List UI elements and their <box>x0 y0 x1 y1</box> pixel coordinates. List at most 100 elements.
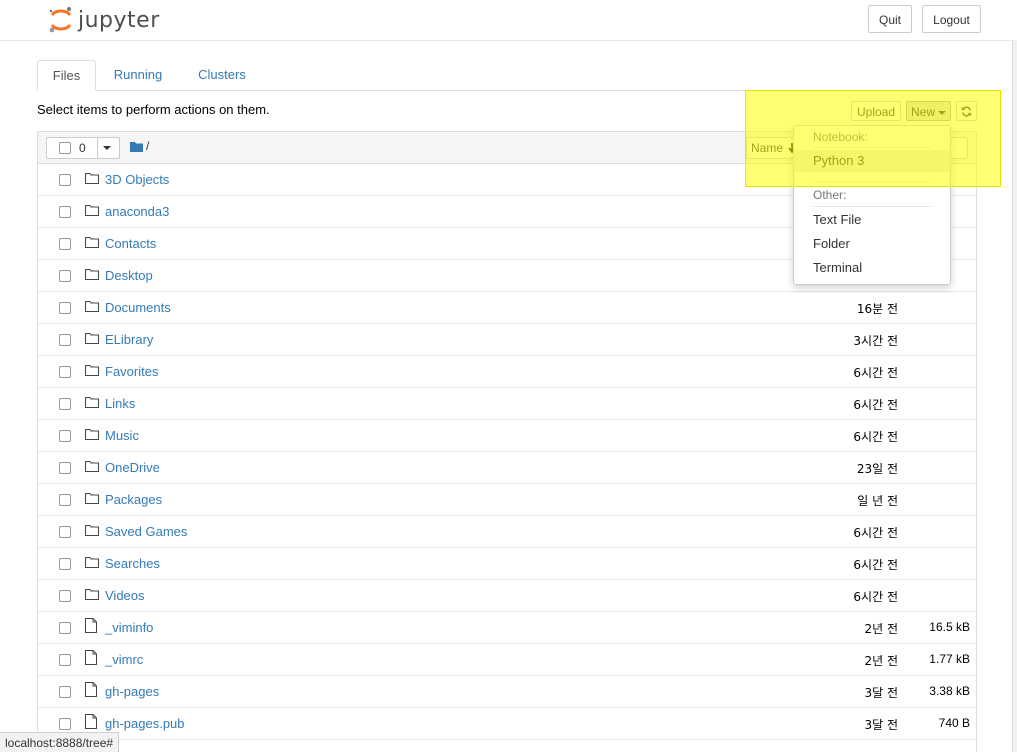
file-name-link[interactable]: gh-pages <box>105 684 159 699</box>
file-row[interactable]: _viminfo 2년 전 16.5 kB <box>38 612 976 644</box>
file-name-link[interactable]: Documents <box>105 300 171 315</box>
row-checkbox[interactable] <box>59 174 71 186</box>
file-name-link[interactable]: Music <box>105 428 139 443</box>
file-modified: 23일 전 <box>856 462 898 476</box>
file-row[interactable]: Music 6시간 전 <box>38 420 976 452</box>
file-row[interactable]: OneDrive 23일 전 <box>38 452 976 484</box>
file-name-link[interactable]: _viminfo <box>105 620 153 635</box>
chevron-down-icon <box>938 110 946 115</box>
file-size: 1.77 kB <box>929 652 970 666</box>
file-name-link[interactable]: Videos <box>105 588 145 603</box>
row-checkbox[interactable] <box>59 270 71 282</box>
file-row[interactable]: gh-pages 3달 전 3.38 kB <box>38 676 976 708</box>
file-modified: 2년 전 <box>864 622 898 636</box>
file-name-link[interactable]: Saved Games <box>105 524 187 539</box>
folder-icon <box>85 172 99 187</box>
menu-divider <box>813 206 931 207</box>
folder-icon <box>85 300 99 315</box>
refresh-icon <box>961 106 972 117</box>
row-checkbox[interactable] <box>59 558 71 570</box>
file-name-link[interactable]: _vimrc <box>105 652 143 667</box>
tab-files[interactable]: Files <box>37 60 96 91</box>
tab-running[interactable]: Running <box>103 60 173 90</box>
file-row[interactable]: Links 6시간 전 <box>38 388 976 420</box>
menu-item-python3[interactable]: Python 3 <box>794 150 950 172</box>
new-button-label: New <box>910 105 935 119</box>
row-checkbox[interactable] <box>59 206 71 218</box>
file-name-link[interactable]: Links <box>105 396 135 411</box>
tab-bar: Files Running Clusters <box>37 60 977 91</box>
file-name-link[interactable]: Packages <box>105 492 162 507</box>
file-modified: 3달 전 <box>864 718 898 732</box>
new-button[interactable]: New <box>906 101 951 121</box>
menu-item-folder[interactable]: Folder <box>794 233 950 255</box>
file-size: 740 B <box>938 716 970 730</box>
file-row[interactable]: Saved Games 6시간 전 <box>38 516 976 548</box>
page-scrollbar[interactable] <box>1012 40 1017 752</box>
row-checkbox[interactable] <box>59 462 71 474</box>
file-name-link[interactable]: anaconda3 <box>105 204 169 219</box>
file-name-link[interactable]: Desktop <box>105 268 153 283</box>
row-checkbox[interactable] <box>59 238 71 250</box>
folder-icon <box>85 364 99 379</box>
jupyter-logo[interactable]: jupyter <box>48 4 160 36</box>
row-checkbox[interactable] <box>59 398 71 410</box>
file-modified: 3시간 전 <box>853 334 898 348</box>
file-row[interactable]: Packages 일 년 전 <box>38 484 976 516</box>
file-name-link[interactable]: ELibrary <box>105 332 153 347</box>
new-dropdown-menu: Notebook: Python 3 Other: Text File Fold… <box>793 125 951 285</box>
row-checkbox[interactable] <box>59 366 71 378</box>
row-checkbox[interactable] <box>59 686 71 698</box>
row-checkbox[interactable] <box>59 302 71 314</box>
folder-icon <box>85 556 99 571</box>
file-name-link[interactable]: gh-pages.pub <box>105 716 185 731</box>
file-row[interactable]: ELibrary 3시간 전 <box>38 324 976 356</box>
file-name-link[interactable]: Searches <box>105 556 160 571</box>
file-modified: 6시간 전 <box>853 366 898 380</box>
refresh-button[interactable] <box>956 101 977 121</box>
jupyter-logo-icon <box>49 7 72 33</box>
row-checkbox[interactable] <box>59 654 71 666</box>
row-checkbox[interactable] <box>59 526 71 538</box>
file-size: 3.38 kB <box>929 684 970 698</box>
menu-item-terminal[interactable]: Terminal <box>794 257 950 279</box>
file-row[interactable]: Favorites 6시간 전 <box>38 356 976 388</box>
file-row[interactable]: Documents 16분 전 <box>38 292 976 324</box>
selected-count: 0 <box>79 141 86 155</box>
row-checkbox[interactable] <box>59 334 71 346</box>
row-checkbox[interactable] <box>59 718 71 730</box>
logout-button[interactable]: Logout <box>922 5 981 33</box>
sort-by-name-button[interactable]: Name <box>746 137 800 159</box>
row-checkbox[interactable] <box>59 590 71 602</box>
file-modified: 6시간 전 <box>853 590 898 604</box>
row-checkbox[interactable] <box>59 622 71 634</box>
breadcrumb-root[interactable]: / <box>146 139 149 153</box>
quit-button[interactable]: Quit <box>868 5 912 33</box>
file-row[interactable]: gh-pages.pub 3달 전 740 B <box>38 708 976 740</box>
file-icon <box>85 618 97 636</box>
file-name-link[interactable]: OneDrive <box>105 460 160 475</box>
file-modified: 16분 전 <box>856 302 898 316</box>
instructions-text: Select items to perform actions on them. <box>37 102 270 117</box>
tab-clusters[interactable]: Clusters <box>187 60 257 90</box>
file-name-link[interactable]: 3D Objects <box>105 172 169 187</box>
folder-icon[interactable] <box>130 141 143 152</box>
file-icon <box>85 650 97 668</box>
upload-button[interactable]: Upload <box>851 101 901 121</box>
status-bar-url: localhost:8888/tree# <box>0 732 120 752</box>
row-checkbox[interactable] <box>59 430 71 442</box>
file-row[interactable]: Videos 6시간 전 <box>38 580 976 612</box>
file-row[interactable]: _vimrc 2년 전 1.77 kB <box>38 644 976 676</box>
file-icon <box>85 714 97 732</box>
file-name-link[interactable]: Contacts <box>105 236 156 251</box>
menu-item-text-file[interactable]: Text File <box>794 209 950 231</box>
file-row[interactable]: Searches 6시간 전 <box>38 548 976 580</box>
file-modified: 3달 전 <box>864 686 898 700</box>
chevron-down-icon[interactable] <box>103 146 111 150</box>
select-all-checkbox[interactable] <box>59 142 71 154</box>
folder-icon <box>85 460 99 475</box>
file-icon <box>85 682 97 700</box>
row-checkbox[interactable] <box>59 494 71 506</box>
file-name-link[interactable]: Favorites <box>105 364 158 379</box>
select-all-dropdown[interactable]: 0 <box>46 137 120 159</box>
